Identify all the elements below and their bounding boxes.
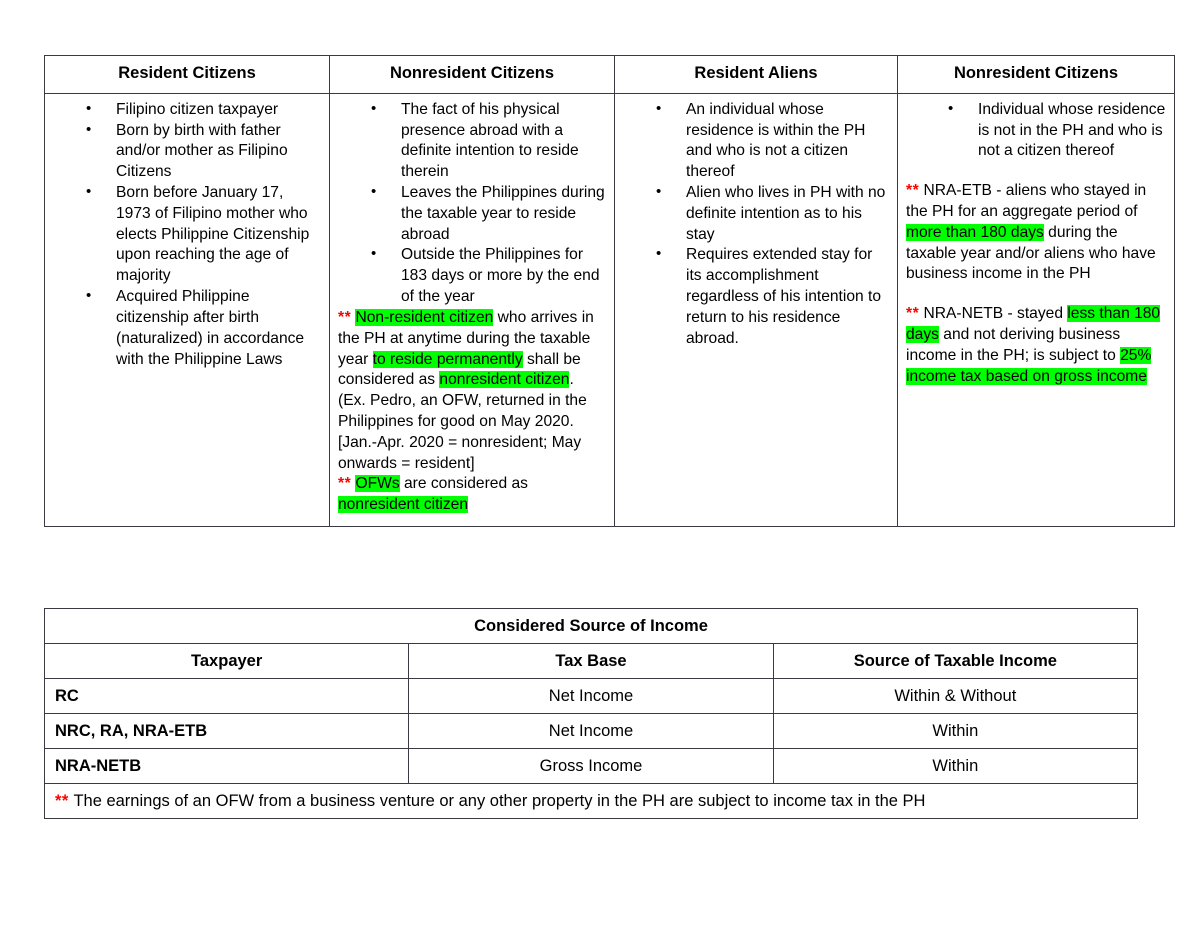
row-taxpayer-nrc-ra-nra-etb: NRC, RA, NRA-ETB bbox=[43, 713, 410, 749]
list-item: Requires extended stay for its accomplis… bbox=[623, 244, 889, 349]
row-taxpayer-nra-netb: NRA-NETB bbox=[43, 748, 410, 784]
document-page: Resident Citizens Nonresident Citizens R… bbox=[0, 0, 1200, 927]
row-tax-base-rc: Net Income bbox=[408, 678, 774, 714]
classification-table-header: Resident Citizens Nonresident Citizens R… bbox=[44, 55, 1175, 94]
list-item: Filipino citizen taxpayer bbox=[53, 99, 321, 121]
table-row: RC Net Income Within & Without bbox=[43, 678, 1139, 714]
note-paragraph: ** Non-resident citizen who arrives in t… bbox=[338, 308, 606, 391]
note-asterisk: ** bbox=[338, 308, 352, 326]
bullet-list: Filipino citizen taxpayerBorn by birth w… bbox=[53, 99, 321, 371]
considered-source-of-income-table: Considered Source of Income Taxpayer Tax… bbox=[43, 608, 1139, 819]
column-header-resident-citizens: Resident Citizens bbox=[44, 55, 330, 94]
cell-resident-aliens: An individual whose residence is within … bbox=[614, 92, 898, 528]
note-text: . bbox=[569, 371, 574, 389]
row-source-rc: Within & Without bbox=[772, 678, 1139, 714]
list-item: Outside the Philippines for 183 days or … bbox=[338, 244, 606, 307]
row-source-nrc-ra-nra-etb: Within bbox=[772, 713, 1139, 749]
source-header-taxpayer: Taxpayer bbox=[43, 643, 410, 679]
classification-content-row: Filipino citizen taxpayerBorn by birth w… bbox=[44, 92, 1175, 528]
note-asterisk: ** bbox=[906, 182, 920, 200]
table-row: NRC, RA, NRA-ETB Net Income Within bbox=[43, 713, 1139, 749]
cell-nonresident-citizens: The fact of his physical presence abroad… bbox=[329, 92, 615, 528]
cell-body-resident-citizens: Filipino citizen taxpayerBorn by birth w… bbox=[45, 94, 329, 381]
bullet-list: Individual whose residence is not in the… bbox=[906, 99, 1166, 162]
cell-nonresident-aliens: Individual whose residence is not in the… bbox=[897, 92, 1175, 528]
list-item: Leaves the Philippines during the taxabl… bbox=[338, 182, 606, 245]
highlighted-text: nonresident citizen bbox=[338, 496, 469, 514]
column-header-nonresident-citizens: Nonresident Citizens bbox=[329, 55, 615, 94]
classification-header-row: Resident Citizens Nonresident Citizens R… bbox=[44, 55, 1175, 94]
note-text: and not deriving business income in the … bbox=[906, 326, 1121, 364]
list-item: Alien who lives in PH with no definite i… bbox=[623, 182, 889, 245]
source-table-title: Considered Source of Income bbox=[44, 608, 1138, 644]
list-item: Acquired Philippine citizenship after bi… bbox=[53, 286, 321, 370]
cell-body-nonresident-citizens: The fact of his physical presence abroad… bbox=[330, 94, 614, 526]
column-header-resident-aliens: Resident Aliens bbox=[614, 55, 898, 94]
row-tax-base-nrc-ra-nra-etb: Net Income bbox=[408, 713, 774, 749]
note-paragraph: (Ex. Pedro, an OFW, returned in the Phil… bbox=[338, 391, 606, 474]
footnote-asterisk: ** bbox=[55, 791, 69, 810]
note-paragraph: ** NRA-ETB - aliens who stayed in the PH… bbox=[906, 181, 1166, 285]
column-header-nonresident-aliens: Nonresident Citizens bbox=[897, 55, 1175, 94]
highlighted-text: to reside permanently bbox=[372, 350, 523, 368]
list-item: Born before January 17, 1973 of Filipino… bbox=[53, 182, 321, 287]
note-paragraph: ** OFWs are considered as nonresident ci… bbox=[338, 474, 606, 516]
highlighted-text: more than 180 days bbox=[906, 223, 1044, 241]
cell-body-nonresident-aliens: Individual whose residence is not in the… bbox=[898, 94, 1174, 398]
note-text: NRA-ETB - aliens who stayed in the PH fo… bbox=[906, 182, 1147, 221]
source-table-header-row: Taxpayer Tax Base Source of Taxable Inco… bbox=[43, 643, 1139, 679]
list-item: The fact of his physical presence abroad… bbox=[338, 99, 606, 183]
classification-table-body: Filipino citizen taxpayerBorn by birth w… bbox=[44, 92, 1175, 528]
note-text: NRA-NETB - stayed bbox=[923, 305, 1068, 323]
row-tax-base-nra-netb: Gross Income bbox=[408, 748, 774, 784]
list-item: An individual whose residence is within … bbox=[623, 99, 889, 183]
source-header-source-of-taxable-income: Source of Taxable Income bbox=[772, 643, 1139, 679]
footnote-body: The earnings of an OFW from a business v… bbox=[73, 791, 926, 810]
note-paragraph: ** NRA-NETB - stayed less than 180 days … bbox=[906, 304, 1166, 387]
highlighted-text: Non-resident citizen bbox=[355, 308, 494, 326]
note-text: (Ex. Pedro, an OFW, returned in the Phil… bbox=[338, 392, 587, 472]
source-table-title-row: Considered Source of Income bbox=[44, 608, 1138, 644]
highlighted-text: OFWs bbox=[355, 475, 400, 493]
bullet-list: An individual whose residence is within … bbox=[623, 99, 889, 350]
cell-body-resident-aliens: An individual whose residence is within … bbox=[615, 94, 897, 360]
note-asterisk: ** bbox=[906, 305, 920, 323]
table-row: NRA-NETB Gross Income Within bbox=[43, 748, 1139, 784]
list-item: Born by birth with father and/or mother … bbox=[53, 120, 321, 183]
note-text: are considered as bbox=[399, 475, 528, 493]
source-header-tax-base: Tax Base bbox=[408, 643, 774, 679]
row-source-nra-netb: Within bbox=[772, 748, 1139, 784]
source-table-body: Considered Source of Income Taxpayer Tax… bbox=[43, 608, 1139, 819]
bullet-list: The fact of his physical presence abroad… bbox=[338, 99, 606, 308]
list-item: Individual whose residence is not in the… bbox=[906, 99, 1166, 162]
taxpayer-classification-table: Resident Citizens Nonresident Citizens R… bbox=[44, 55, 1175, 528]
source-table-footnote: ** The earnings of an OFW from a busines… bbox=[44, 783, 1138, 819]
highlighted-text: nonresident citizen bbox=[439, 371, 570, 389]
source-table-footnote-row: ** The earnings of an OFW from a busines… bbox=[44, 783, 1138, 819]
note-asterisk: ** bbox=[338, 475, 352, 493]
cell-resident-citizens: Filipino citizen taxpayerBorn by birth w… bbox=[44, 92, 330, 528]
row-taxpayer-rc: RC bbox=[43, 678, 410, 714]
